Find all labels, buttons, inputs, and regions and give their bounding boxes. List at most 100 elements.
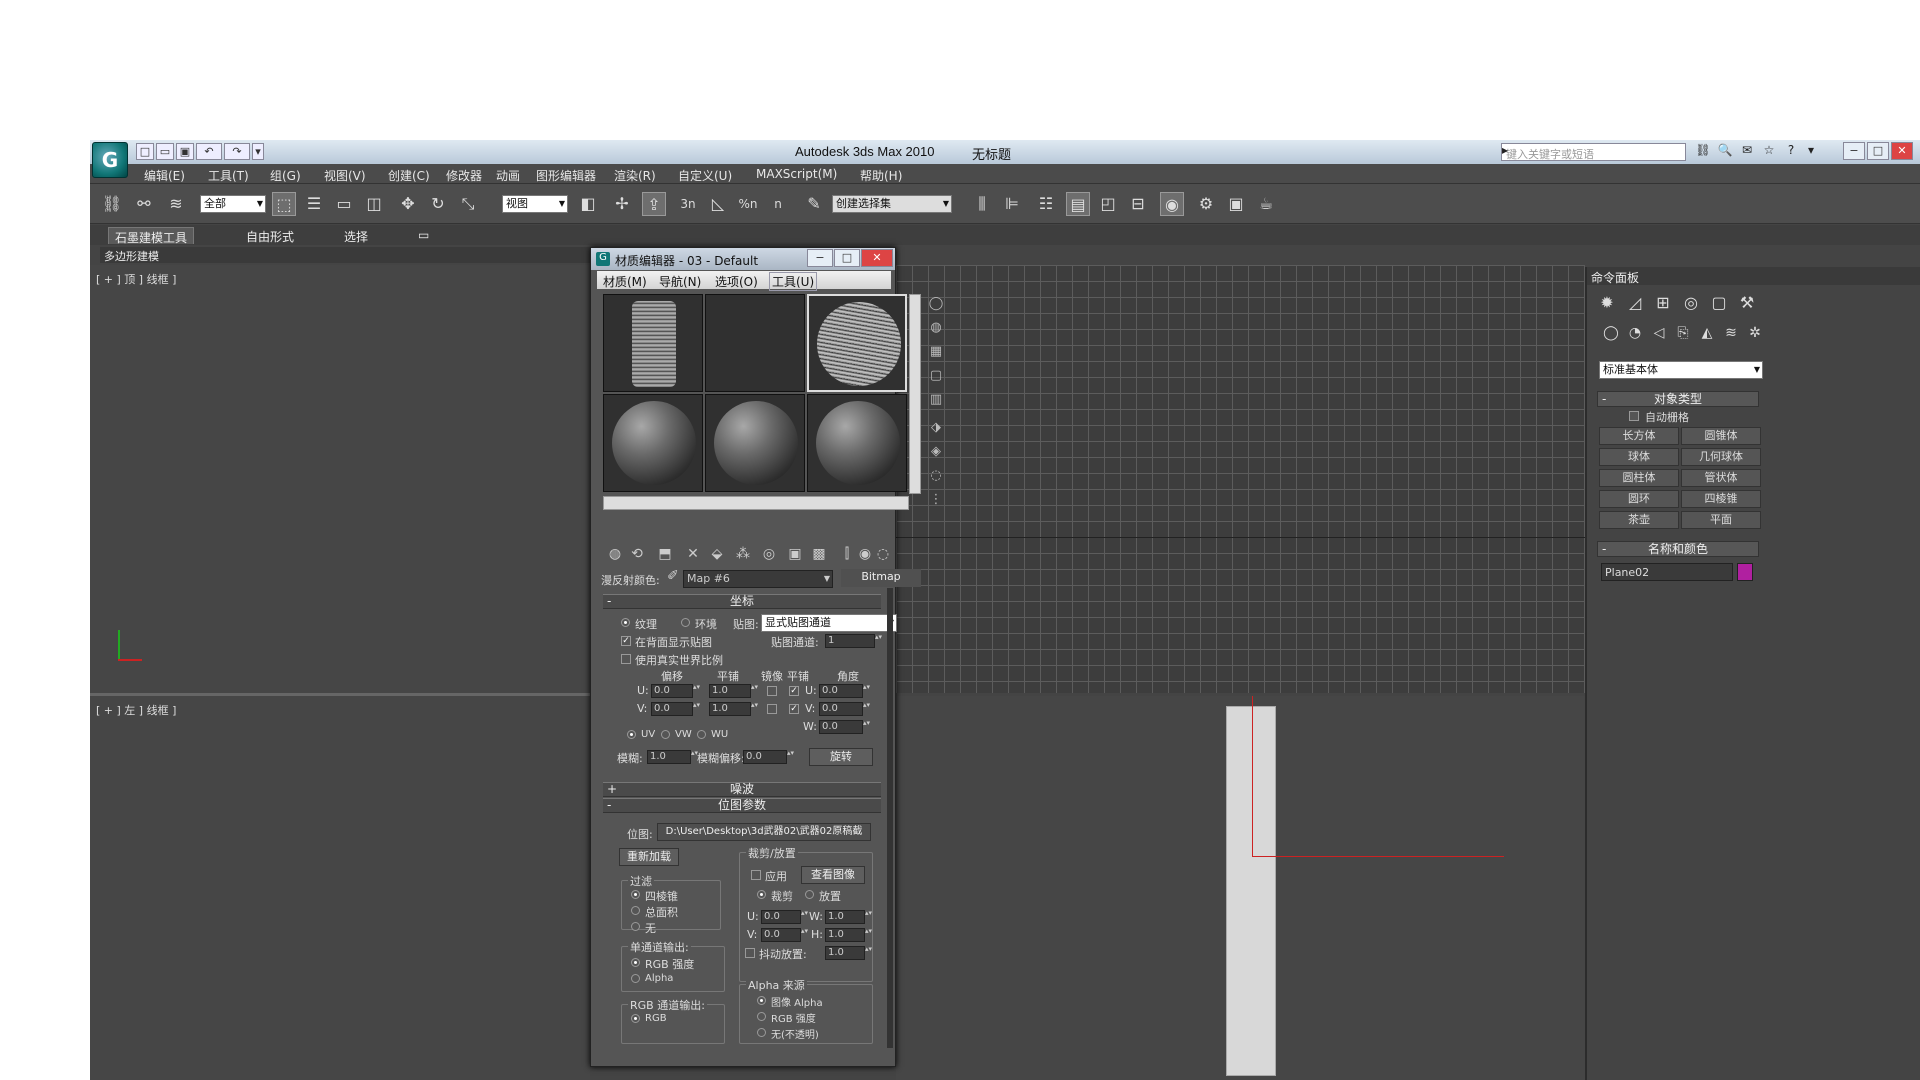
- layer-manager-icon[interactable]: ☷: [1034, 192, 1058, 216]
- box-button[interactable]: 长方体: [1599, 427, 1679, 445]
- select-object-icon[interactable]: ⬚: [272, 192, 296, 216]
- close-icon[interactable]: ✕: [1891, 142, 1913, 160]
- unlink-icon[interactable]: ⚯: [132, 192, 156, 216]
- undo-icon[interactable]: ↶: [196, 143, 222, 160]
- crop-radio[interactable]: [757, 890, 766, 899]
- plane-object[interactable]: [1226, 706, 1276, 1076]
- menu-animation[interactable]: 动画: [496, 167, 520, 184]
- helpers-icon[interactable]: ◭: [1695, 321, 1719, 345]
- menu-graph-editors[interactable]: 图形编辑器: [536, 167, 596, 184]
- map-name-dropdown[interactable]: Map #6: [683, 570, 833, 588]
- viewport-left[interactable]: [ + ] 左 ] 线框 ]: [90, 696, 590, 1080]
- tube-button[interactable]: 管状体: [1681, 469, 1761, 487]
- sphere-button[interactable]: 球体: [1599, 448, 1679, 466]
- modify-tab-icon[interactable]: ◿: [1623, 291, 1647, 315]
- ribbon-options-icon[interactable]: ▭: [412, 227, 435, 244]
- map-channel-spinner[interactable]: 1: [825, 633, 883, 648]
- make-unique-icon[interactable]: ⁂: [733, 546, 753, 566]
- v-offset-spinner[interactable]: 0.0: [651, 701, 701, 716]
- lights-icon[interactable]: ◁: [1647, 321, 1671, 345]
- redo-icon[interactable]: ↷: [224, 143, 250, 160]
- apply-checkbox[interactable]: [751, 870, 761, 880]
- percent-snap-icon[interactable]: %n: [736, 192, 760, 216]
- new-file-icon[interactable]: □: [136, 143, 154, 160]
- backlight-icon[interactable]: ◍: [927, 320, 945, 338]
- background-icon[interactable]: ▦: [927, 344, 945, 362]
- save-file-icon[interactable]: ▣: [176, 143, 194, 160]
- utilities-tab-icon[interactable]: ⚒: [1735, 291, 1759, 315]
- menu-help[interactable]: 帮助(H): [860, 167, 902, 184]
- tab-freeform[interactable]: 自由形式: [240, 227, 300, 244]
- bind-spacewarp-icon[interactable]: ≋: [164, 192, 188, 216]
- search-icon[interactable]: 🔍: [1716, 143, 1734, 160]
- slot-vscrollbar[interactable]: [909, 294, 921, 494]
- plane-button[interactable]: 平面: [1681, 511, 1761, 529]
- infocenter-icon[interactable]: ⛓: [1694, 143, 1712, 160]
- map-type-button[interactable]: Bitmap: [841, 569, 921, 587]
- object-name-input[interactable]: Plane02: [1601, 563, 1733, 581]
- reset-map-icon[interactable]: ✕: [683, 546, 703, 566]
- help-icon[interactable]: ?: [1782, 143, 1800, 160]
- uv-tiling-icon[interactable]: ▢: [927, 368, 945, 386]
- pivot-center-icon[interactable]: ◧: [576, 192, 600, 216]
- cylinder-button[interactable]: 圆柱体: [1599, 469, 1679, 487]
- render-setup-icon[interactable]: ⚙: [1194, 192, 1218, 216]
- select-manipulate-icon[interactable]: ✢: [610, 192, 634, 216]
- hierarchy-tab-icon[interactable]: ⊞: [1651, 291, 1675, 315]
- mat-menu-options[interactable]: 选项(O): [715, 273, 758, 290]
- noise-rollout[interactable]: + 噪波: [603, 782, 881, 797]
- view-image-button[interactable]: 查看图像: [801, 866, 865, 884]
- app-logo-button[interactable]: G: [92, 142, 128, 178]
- menu-customize[interactable]: 自定义(U): [678, 167, 732, 184]
- show-map-back-checkbox[interactable]: ✓: [621, 636, 631, 646]
- place-radio[interactable]: [805, 890, 814, 899]
- create-tab-icon[interactable]: ✹: [1595, 291, 1619, 315]
- shapes-icon[interactable]: ◔: [1623, 321, 1647, 345]
- search-expand-icon[interactable]: ▸: [1500, 143, 1510, 160]
- mono-rgb-radio[interactable]: [631, 958, 640, 967]
- go-to-parent-icon[interactable]: ◉: [855, 546, 875, 566]
- v-tiling-spinner[interactable]: 1.0: [709, 701, 759, 716]
- jitter-spinner[interactable]: 1.0: [825, 945, 873, 960]
- real-world-checkbox[interactable]: [621, 654, 631, 664]
- v-mirror-checkbox[interactable]: [767, 704, 777, 714]
- select-by-name-icon[interactable]: ☰: [302, 192, 326, 216]
- menu-edit[interactable]: 编辑(E): [144, 167, 185, 184]
- select-by-material-icon[interactable]: ◌: [927, 468, 945, 486]
- schematic-view-icon[interactable]: ⊟: [1126, 192, 1150, 216]
- selection-filter-dropdown[interactable]: 全部: [200, 195, 266, 213]
- put-to-scene-icon[interactable]: ⟲: [627, 546, 647, 566]
- mat-menu-utilities[interactable]: 工具(U): [769, 272, 818, 291]
- minimize-icon[interactable]: −: [1843, 142, 1865, 160]
- show-end-result-icon[interactable]: ⫿: [837, 546, 857, 566]
- viewport-perspective[interactable]: [896, 696, 1585, 1080]
- material-id-icon[interactable]: ▣: [785, 546, 805, 566]
- snap-toggle-icon[interactable]: 3n: [676, 192, 700, 216]
- menu-modifiers[interactable]: 修改器: [446, 167, 482, 184]
- rendered-frame-icon[interactable]: ▣: [1224, 192, 1248, 216]
- material-slot-4[interactable]: [603, 394, 703, 492]
- show-map-icon[interactable]: ▩: [809, 546, 829, 566]
- mat-close-icon[interactable]: ✕: [861, 249, 893, 267]
- search-input[interactable]: 键入关键字或短语: [1501, 143, 1686, 161]
- mat-maximize-icon[interactable]: □: [834, 249, 860, 267]
- object-type-rollout[interactable]: - 对象类型: [1597, 391, 1759, 407]
- alpha-rgb-radio[interactable]: [757, 1012, 766, 1021]
- material-slot-3[interactable]: [807, 294, 907, 392]
- texture-radio[interactable]: [621, 618, 630, 627]
- edit-named-selection-icon[interactable]: ✎: [802, 192, 826, 216]
- help-dropdown-icon[interactable]: ▾: [1802, 143, 1820, 160]
- uv-radio[interactable]: [627, 730, 636, 739]
- named-selection-dropdown[interactable]: 创建选择集: [832, 195, 952, 213]
- render-teapot-icon[interactable]: ☕: [1254, 192, 1278, 216]
- curve-editor-icon[interactable]: ◰: [1096, 192, 1120, 216]
- video-color-icon[interactable]: ▥: [927, 392, 945, 410]
- quick-access-dropdown-icon[interactable]: ▾: [252, 143, 264, 160]
- w-angle-spinner[interactable]: 0.0: [819, 719, 871, 734]
- go-forward-sibling-icon[interactable]: ◌: [873, 546, 893, 566]
- environ-radio[interactable]: [681, 618, 690, 627]
- spacewarps-icon[interactable]: ≋: [1719, 321, 1743, 345]
- tab-graphite[interactable]: 石墨建模工具: [108, 227, 195, 245]
- material-slot-5[interactable]: [705, 394, 805, 492]
- torus-button[interactable]: 圆环: [1599, 490, 1679, 508]
